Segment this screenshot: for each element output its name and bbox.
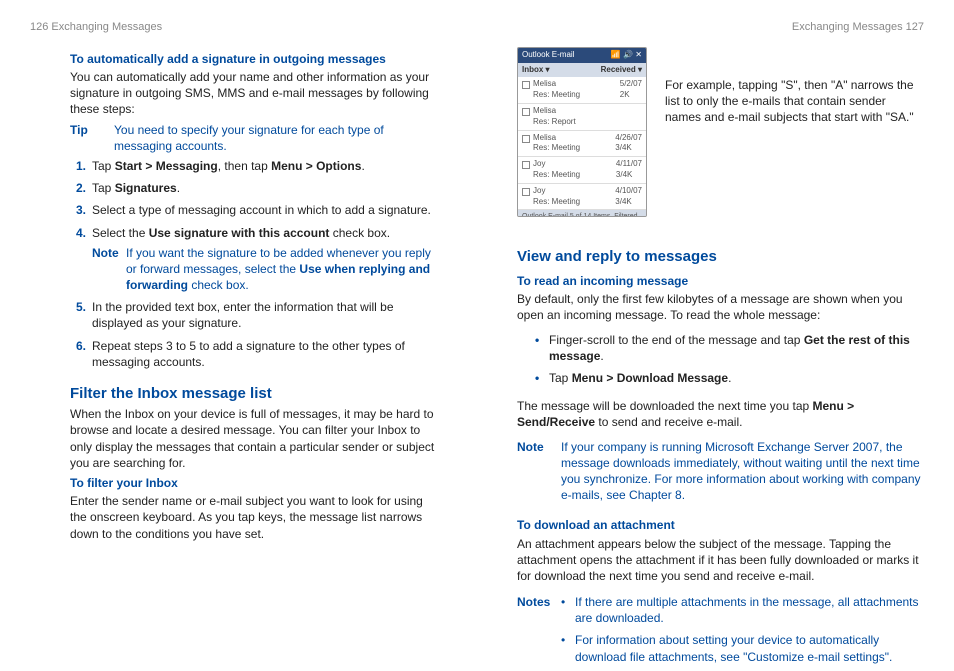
mail-row: MelisaRes: Meeting 4/26/073/4K <box>518 131 646 158</box>
checkbox-icon <box>522 108 530 116</box>
step-number: 5. <box>70 299 92 331</box>
phone-status-bar: Outlook E-mail 5 of 14 Items, Filtered. <box>518 210 646 216</box>
header-left: 126 Exchanging Messages <box>30 20 437 35</box>
read-bullets: Finger-scroll to the end of the message … <box>535 332 924 393</box>
step-text: Repeat steps 3 to 5 to add a signature t… <box>92 338 437 370</box>
step-number: 2. <box>70 180 92 196</box>
mail-row: JoyRes: Meeting 4/11/073/4K <box>518 157 646 184</box>
filter2-paragraph: Enter the sender name or e-mail subject … <box>70 493 437 542</box>
step-text: In the provided text box, enter the info… <box>92 299 437 331</box>
left-content: To automatically add a signature in outg… <box>30 47 437 546</box>
checkbox-icon <box>522 135 530 143</box>
heading-read-incoming: To read an incoming message <box>517 273 924 289</box>
tip-label: Tip <box>70 122 114 154</box>
read-paragraph: By default, only the first few kilobytes… <box>517 291 924 323</box>
attachment-notes: Notes If there are multiple attachments … <box>517 594 924 671</box>
page-right: Exchanging Messages 127 Outlook E-mail 📶… <box>477 20 924 567</box>
checkbox-icon <box>522 81 530 89</box>
step-number: 4. <box>70 225 92 294</box>
phone-status-icons: 📶 🔊 ✕ <box>611 50 642 61</box>
right-top-row: Outlook E-mail 📶 🔊 ✕ Inbox ▾ Received ▾ … <box>517 47 924 217</box>
step-number: 3. <box>70 202 92 218</box>
heading-view-reply: View and reply to messages <box>517 247 924 267</box>
note-text: If your company is running Microsoft Exc… <box>561 439 924 504</box>
tip-row: Tip You need to specify your signature f… <box>70 122 437 154</box>
notes-label: Notes <box>517 594 561 671</box>
step-text: Select a type of messaging account in wh… <box>92 202 437 218</box>
notes-bullet-2: For information about setting your devic… <box>561 632 924 664</box>
step-3: 3. Select a type of messaging account in… <box>70 202 437 218</box>
heading-auto-signature: To automatically add a signature in outg… <box>70 51 437 67</box>
exchange-note: Note If your company is running Microsof… <box>517 439 924 504</box>
phone-tabs: Inbox ▾ Received ▾ <box>518 63 646 78</box>
step-1: 1. Tap Start > Messaging, then tap Menu … <box>70 158 437 174</box>
phone-titlebar: Outlook E-mail 📶 🔊 ✕ <box>518 48 646 63</box>
notes-bullets: If there are multiple attachments in the… <box>561 594 924 671</box>
step-2: 2. Tap Signatures. <box>70 180 437 196</box>
mail-row: MelisaRes: Report <box>518 104 646 131</box>
step-5: 5. In the provided text box, enter the i… <box>70 299 437 331</box>
heading-download-attachment: To download an attachment <box>517 517 924 533</box>
attachment-paragraph: An attachment appears below the subject … <box>517 536 924 585</box>
bullet-get-rest: Finger-scroll to the end of the message … <box>535 332 924 364</box>
phone-screenshot: Outlook E-mail 📶 🔊 ✕ Inbox ▾ Received ▾ … <box>517 47 647 217</box>
mail-row: JoyRes: Meeting 4/10/073/4K <box>518 184 646 211</box>
page-left: 126 Exchanging Messages To automatically… <box>30 20 477 567</box>
step4-note: Note If you want the signature to be add… <box>92 245 437 294</box>
step-text: Tap Signatures. <box>92 180 437 196</box>
step-6: 6. Repeat steps 3 to 5 to add a signatur… <box>70 338 437 370</box>
auto-sig-paragraph: You can automatically add your name and … <box>70 69 437 118</box>
step-number: 6. <box>70 338 92 370</box>
tip-text: You need to specify your signature for e… <box>114 122 437 154</box>
phone-title: Outlook E-mail <box>522 50 574 61</box>
phone-rows: MelisaRes: Meeting 5/2/072K MelisaRes: R… <box>518 77 646 210</box>
header-right: Exchanging Messages 127 <box>517 20 924 35</box>
bullet-download-message: Tap Menu > Download Message. <box>535 370 924 386</box>
inbox-dropdown: Inbox ▾ <box>522 65 550 76</box>
mail-row: MelisaRes: Meeting 5/2/072K <box>518 77 646 104</box>
heading-filter-inbox: Filter the Inbox message list <box>70 384 437 404</box>
note-label: Note <box>92 245 126 294</box>
phone-caption: For example, tapping "S", then "A" narro… <box>665 47 924 217</box>
note-label: Note <box>517 439 561 504</box>
steps-list: 1. Tap Start > Messaging, then tap Menu … <box>70 158 437 370</box>
received-dropdown: Received ▾ <box>601 65 642 76</box>
checkbox-icon <box>522 161 530 169</box>
step-number: 1. <box>70 158 92 174</box>
checkbox-icon <box>522 188 530 196</box>
notes-bullet-1: If there are multiple attachments in the… <box>561 594 924 626</box>
step-4: 4. Select the Use signature with this ac… <box>70 225 437 294</box>
step-text: Select the Use signature with this accou… <box>92 225 437 294</box>
note-text: If you want the signature to be added wh… <box>126 245 437 294</box>
filter-paragraph: When the Inbox on your device is full of… <box>70 406 437 471</box>
heading-to-filter: To filter your Inbox <box>70 475 437 491</box>
download-paragraph: The message will be downloaded the next … <box>517 398 924 430</box>
step-text: Tap Start > Messaging, then tap Menu > O… <box>92 158 437 174</box>
